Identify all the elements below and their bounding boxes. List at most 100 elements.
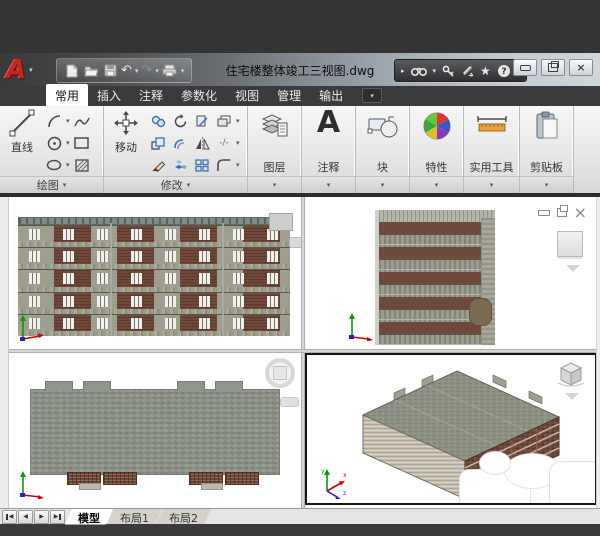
arc-dropdown-icon[interactable]: ▾ [66,117,70,125]
mirror-icon[interactable] [192,133,212,153]
properties-colorwheel-icon[interactable] [410,111,463,141]
ribbon-minimize-icon[interactable]: ▾ [362,88,382,103]
document-title: 住宅楼整体竣工三视图.dwg [185,62,415,79]
help-icon[interactable]: ? [497,64,511,78]
viewcube-3d[interactable] [557,361,585,387]
scale-icon[interactable] [148,133,168,153]
viewcube-menu-icon[interactable] [565,393,579,400]
drawing-canvas: × [0,197,600,508]
copy-icon[interactable] [148,111,168,131]
viewport-plan[interactable] [8,353,301,505]
expand-icon[interactable]: ▸ [401,67,405,75]
fillet-icon[interactable] [214,155,234,175]
polyline-icon[interactable] [72,111,92,131]
circle-dropdown-icon[interactable]: ▾ [66,139,70,147]
viewport-side-elevation[interactable]: × [305,197,597,349]
break-icon[interactable]: -/- [214,133,234,153]
viewcube-compass[interactable] [265,358,295,388]
search-dropdown-icon[interactable]: ▾ [433,67,437,75]
hatch-icon[interactable] [72,155,92,175]
properties-panel-flyout[interactable]: ▾ [410,176,463,193]
key-icon[interactable] [442,65,455,77]
erase-icon[interactable] [148,155,168,175]
overlap-dropdown-icon[interactable]: ▾ [236,117,240,125]
navbar-handle[interactable] [280,397,299,407]
tab-manage[interactable]: 管理 [268,84,310,106]
undo-icon[interactable]: ↶ [121,64,132,77]
viewport-front-elevation[interactable] [8,197,301,349]
ellipse-dropdown-icon[interactable]: ▾ [66,161,70,169]
tab-view[interactable]: 视图 [226,84,268,106]
navbar-handle[interactable] [289,237,301,248]
minimize-icon[interactable] [513,59,537,76]
break-dropdown-icon[interactable]: ▾ [236,139,240,147]
doc-minimize-icon[interactable] [538,203,550,222]
panel-annotation: A 注释 ▾ [302,106,356,193]
line-button[interactable]: 直线 [2,109,42,155]
building-floor [18,314,290,336]
array-icon[interactable] [192,155,212,175]
tab-model[interactable]: 模型 [65,509,113,525]
prev-layout-icon[interactable]: ◀ [18,510,33,524]
doc-restore-icon[interactable] [557,203,567,222]
clipboard-panel-flyout[interactable]: ▾ [520,176,573,193]
undo-dropdown-icon[interactable]: ▾ [135,67,139,75]
offset-icon[interactable] [170,133,190,153]
measure-tool-icon[interactable] [464,111,519,139]
tab-layout1[interactable]: 布局1 [107,509,162,525]
annotate-a-icon[interactable]: A [302,108,355,138]
annotation-panel-flyout[interactable]: ▾ [302,176,355,193]
redo-dropdown-icon[interactable]: ▾ [155,67,159,75]
title-bar: A ▾ ↶ ▾ ↷ ▾ ▾ 住宅楼整体竣工三视图.dwg ▸ [0,53,600,86]
ucs-icon [16,469,46,499]
entrance-step [201,483,223,490]
viewport-divider-horizontal[interactable] [0,349,600,353]
viewcube[interactable] [557,231,583,257]
draw-panel-flyout[interactable]: 绘图 ▾ [0,176,103,193]
restore-icon[interactable] [541,59,565,76]
clipboard-icon[interactable] [520,111,573,141]
fillet-dropdown-icon[interactable]: ▾ [236,161,240,169]
trim-icon[interactable] [192,111,212,131]
rotate-icon[interactable] [170,111,190,131]
redo-icon[interactable]: ↷ [141,64,152,77]
save-icon[interactable] [102,63,118,79]
section-line [110,223,112,336]
explode-icon[interactable] [170,155,190,175]
close-icon[interactable]: × [569,59,593,76]
tab-annotate[interactable]: 注释 [130,84,172,106]
block-panel-flyout[interactable]: ▾ [356,176,409,193]
layers-icon[interactable] [248,111,301,141]
tab-layout2[interactable]: 布局2 [156,509,211,525]
viewcube-menu-icon[interactable] [566,265,580,272]
block-icon[interactable] [356,111,409,141]
move-button[interactable]: 移动 [106,109,146,155]
modify-panel-flyout[interactable]: 修改 ▾ [104,176,247,193]
svg-text:x: x [343,472,347,479]
viewport-isometric[interactable]: y x z [305,353,597,505]
tab-home[interactable]: 常用 [46,84,88,106]
favorites-star-icon[interactable]: ★ [480,64,491,78]
rectangle-icon[interactable] [72,133,92,153]
tab-output[interactable]: 输出 [310,84,352,106]
open-file-icon[interactable] [83,63,99,79]
arc-icon[interactable] [44,111,64,131]
first-layout-icon[interactable]: ◀ [2,510,17,524]
plot-dropdown-icon[interactable]: ▾ [181,67,185,75]
new-file-icon[interactable] [64,63,80,79]
search-binoculars-icon[interactable] [411,65,427,76]
layers-panel-flyout[interactable]: ▾ [248,176,301,193]
circle-icon[interactable] [44,133,64,153]
plot-icon[interactable] [162,63,178,79]
overlap-icon[interactable] [214,111,234,131]
tab-insert[interactable]: 插入 [88,84,130,106]
doc-close-icon[interactable]: × [574,203,587,222]
last-layout-icon[interactable]: ▶ [50,510,65,524]
ellipse-icon[interactable] [44,155,64,175]
tab-parametric[interactable]: 参数化 [172,84,226,106]
communication-center-icon[interactable] [461,65,474,77]
application-menu-button[interactable]: A ▾ [6,53,50,86]
next-layout-icon[interactable]: ▶ [34,510,49,524]
utilities-panel-flyout[interactable]: ▾ [464,176,519,193]
status-area [0,524,600,536]
